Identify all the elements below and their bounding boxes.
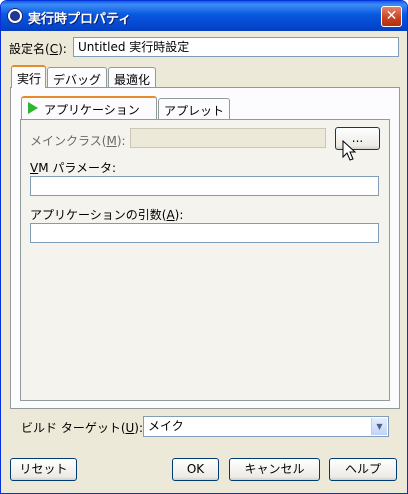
play-icon [28, 102, 38, 114]
close-button[interactable]: ✕ [381, 6, 402, 27]
vm-params-label: VM パラメータ: [30, 161, 117, 175]
app-icon [7, 8, 23, 24]
main-class-input[interactable] [130, 128, 326, 148]
ok-button[interactable]: OK [172, 458, 219, 481]
title-bar[interactable]: 実行時プロパティ ✕ [1, 1, 407, 31]
build-target-value: メイク [148, 419, 184, 433]
chevron-down-icon[interactable]: ▼ [371, 418, 387, 435]
subtab-application[interactable]: アプリケーション [21, 96, 157, 119]
app-args-label: アプリケーションの引数(A): [30, 208, 184, 222]
help-button[interactable]: ヘルプ [329, 458, 397, 481]
run-tab-panel: アプリケーション アプレット メインクラス(M): ... VM パラメータ: … [10, 87, 400, 409]
settings-name-input[interactable]: Untitled 実行時設定 [73, 37, 399, 57]
build-target-select[interactable]: メイク ▼ [143, 416, 389, 437]
settings-name-label: 設定名(C): [9, 42, 67, 56]
window-title: 実行時プロパティ [28, 12, 132, 27]
main-class-label: メインクラス(M): [30, 134, 126, 148]
mouse-cursor-icon [342, 140, 357, 161]
vm-params-input[interactable] [30, 176, 379, 196]
application-panel: メインクラス(M): ... VM パラメータ: アプリケーションの引数(A): [20, 119, 390, 401]
build-target-label: ビルド ターゲット(U): [21, 421, 144, 435]
reset-button[interactable]: リセット [10, 458, 77, 481]
tab-debug[interactable]: デバッグ [47, 67, 107, 88]
tab-run[interactable]: 実行 [11, 65, 46, 88]
close-icon: ✕ [385, 8, 398, 24]
tab-optimize[interactable]: 最適化 [108, 67, 156, 88]
cancel-button[interactable]: キャンセル [229, 458, 320, 481]
subtab-application-label: アプリケーション [44, 103, 140, 117]
app-args-input[interactable] [30, 223, 379, 243]
run-properties-dialog: 実行時プロパティ ✕ 設定名(C): Untitled 実行時設定 実行 デバッ… [0, 0, 408, 494]
subtab-applet[interactable]: アプレット [158, 98, 230, 119]
